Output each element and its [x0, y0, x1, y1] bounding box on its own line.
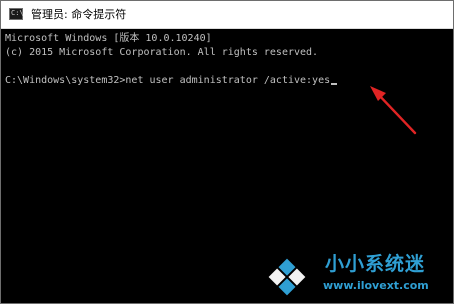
- cmd-prompt-icon[interactable]: C:\: [9, 8, 24, 20]
- watermark: 小小系统迷 www.ilovext.com: [265, 249, 453, 301]
- watermark-url: www.ilovext.com: [323, 279, 429, 292]
- console-line-command: C:\Windows\system32>net user administrat…: [5, 74, 338, 88]
- window-title: 管理员: 命令提示符: [31, 8, 127, 21]
- text-cursor: [331, 83, 338, 85]
- version-text: Microsoft Windows [版本 10.0.10240]: [5, 33, 212, 44]
- copyright-text: (c) 2015 Microsoft Corporation. All righ…: [5, 47, 319, 58]
- console-line-copyright: (c) 2015 Microsoft Corporation. All righ…: [5, 46, 318, 60]
- watermark-title: 小小系统迷: [325, 253, 426, 275]
- title-bar[interactable]: C:\ 管理员: 命令提示符: [1, 1, 453, 29]
- command-prompt-window: C:\ 管理员: 命令提示符 Microsoft Windows [版本 10.…: [0, 0, 454, 304]
- console-line-version: Microsoft Windows [版本 10.0.10240]: [5, 32, 212, 46]
- watermark-logo-icon: [268, 258, 306, 296]
- prompt-glyph: C:\: [11, 9, 24, 17]
- command-text: C:\Windows\system32>net user administrat…: [5, 75, 331, 86]
